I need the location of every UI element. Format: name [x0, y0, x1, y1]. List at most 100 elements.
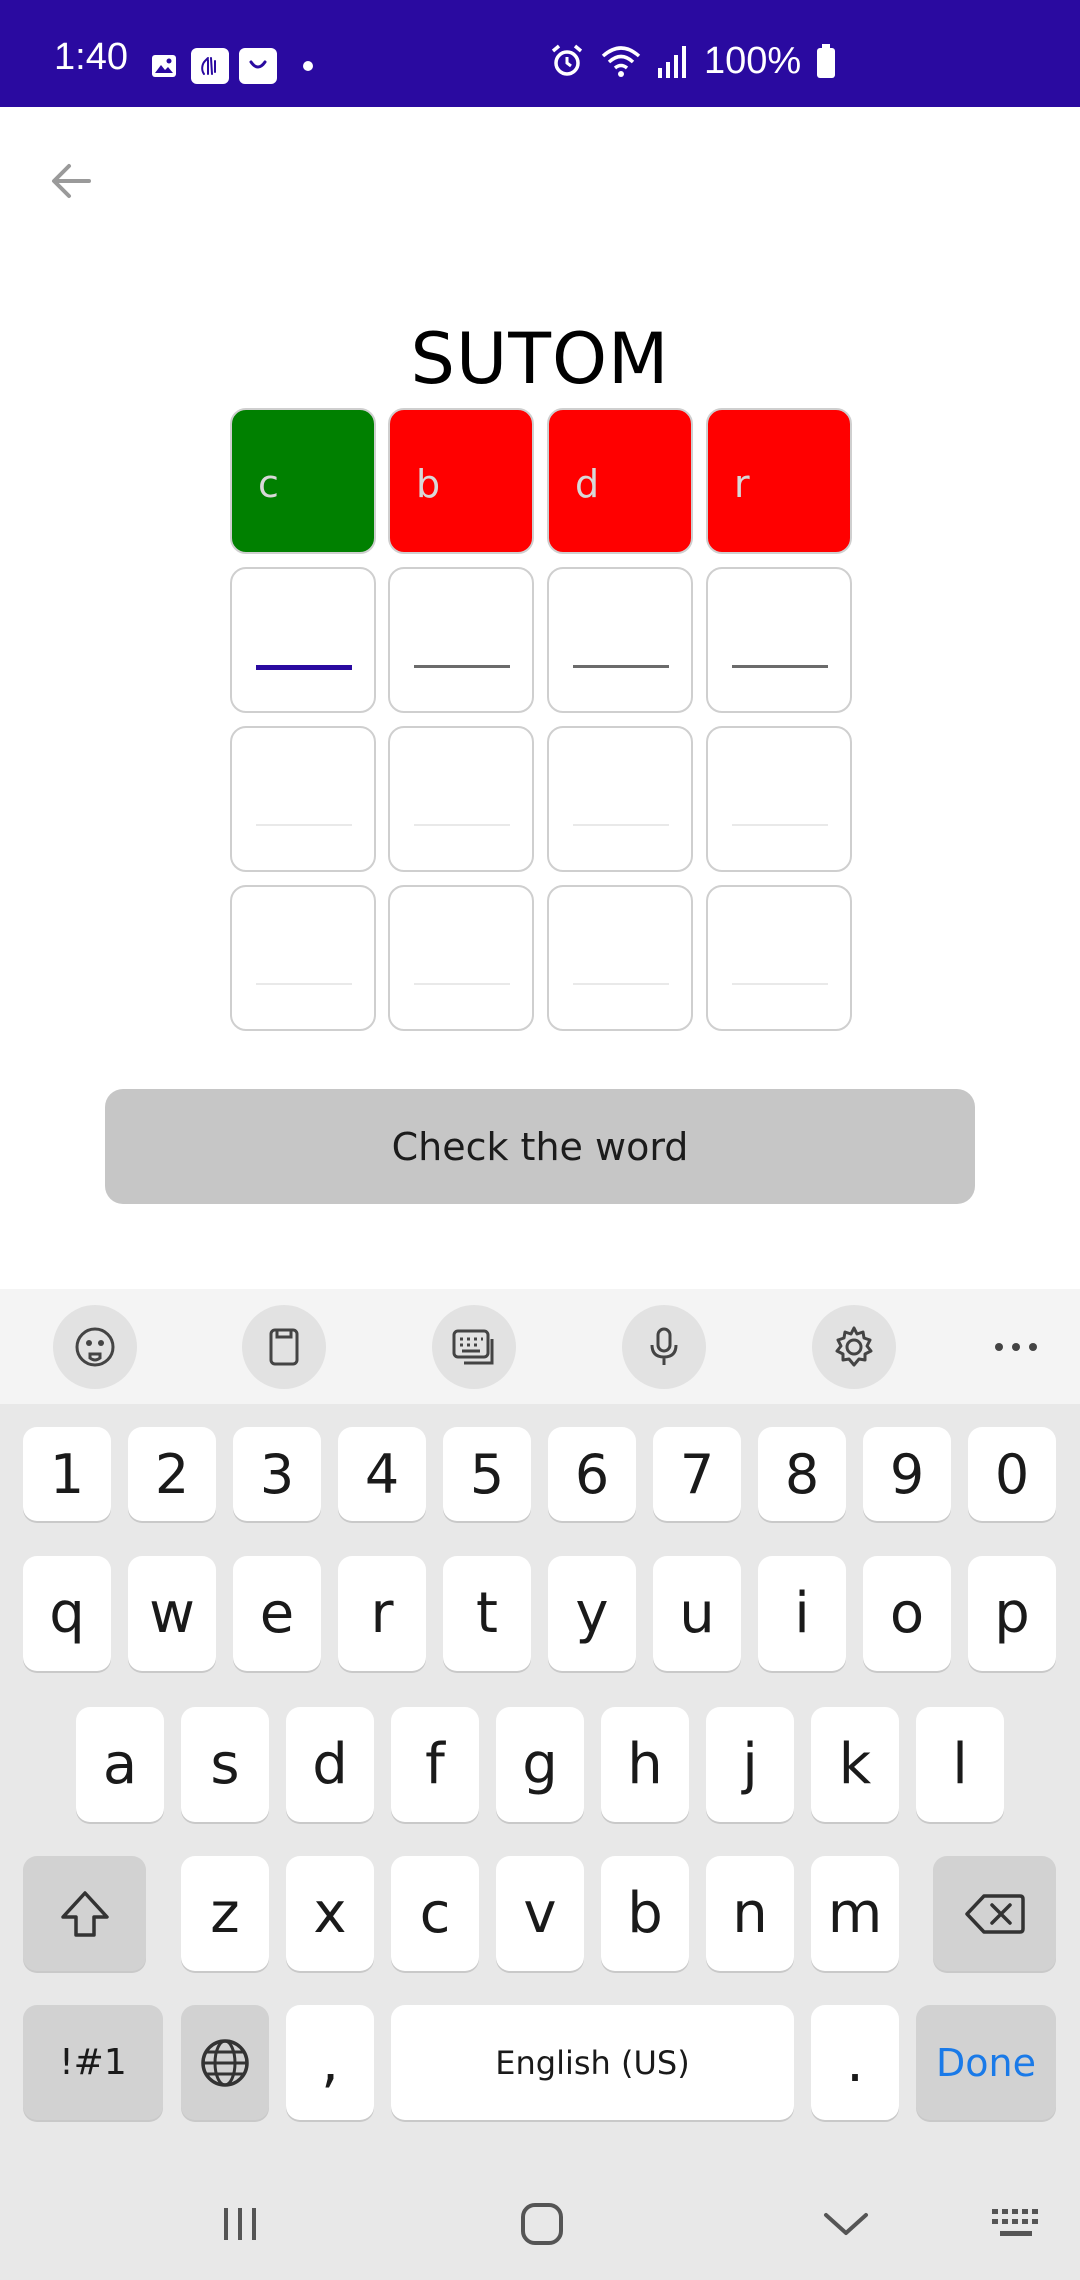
alarm-icon	[551, 44, 583, 76]
letter-cell: d	[547, 408, 693, 554]
key-a[interactable]: a	[76, 1707, 164, 1822]
input-underline	[573, 665, 669, 668]
input-underline	[573, 824, 669, 826]
letter-input[interactable]	[706, 567, 852, 713]
key-b[interactable]: b	[601, 1856, 689, 1971]
key-c[interactable]: c	[391, 1856, 479, 1971]
key-y[interactable]: y	[548, 1556, 636, 1671]
notification-icons	[147, 48, 313, 84]
key-3[interactable]: 3	[233, 1427, 321, 1521]
check-word-button[interactable]: Check the word	[105, 1089, 975, 1204]
backspace-key[interactable]	[933, 1856, 1056, 1971]
done-key[interactable]: Done	[916, 2005, 1056, 2120]
key-n[interactable]: n	[706, 1856, 794, 1971]
key-j[interactable]: j	[706, 1707, 794, 1822]
dot-icon	[303, 61, 313, 71]
letter-input[interactable]	[388, 567, 534, 713]
input-underline	[732, 824, 828, 826]
key-l[interactable]: l	[916, 1707, 1004, 1822]
key-9[interactable]: 9	[863, 1427, 951, 1521]
back-button[interactable]	[40, 150, 102, 212]
more-button[interactable]	[974, 1305, 1058, 1389]
key-8[interactable]: 8	[758, 1427, 846, 1521]
input-underline	[732, 665, 828, 668]
settings-icon	[835, 1326, 873, 1367]
cell-letter: c	[258, 462, 279, 506]
settings-button[interactable]	[812, 1305, 896, 1389]
key-p[interactable]: p	[968, 1556, 1056, 1671]
key-g[interactable]: g	[496, 1707, 584, 1822]
key-k[interactable]: k	[811, 1707, 899, 1822]
shift-key[interactable]	[23, 1856, 146, 1971]
key-i[interactable]: i	[758, 1556, 846, 1671]
home-button[interactable]	[507, 2189, 577, 2259]
comma-key[interactable]: ,	[286, 2005, 374, 2120]
battery-percent: 100%	[704, 40, 802, 82]
bag-icon	[239, 48, 277, 84]
backspace-icon	[964, 1893, 1025, 1934]
screen: 1:40 100% SUTOM c b d r Check the word 1…	[0, 0, 1080, 2280]
key-5[interactable]: 5	[443, 1427, 531, 1521]
input-underline	[256, 983, 352, 985]
hide-keyboard-button[interactable]	[811, 2189, 881, 2259]
key-h[interactable]: h	[601, 1707, 689, 1822]
key-7[interactable]: 7	[653, 1427, 741, 1521]
key-u[interactable]: u	[653, 1556, 741, 1671]
language-key[interactable]	[181, 2005, 269, 2120]
letter-input-disabled	[230, 726, 376, 872]
letter-input[interactable]	[547, 567, 693, 713]
keyboard-switch-icon	[992, 2209, 1038, 2236]
more-icon	[995, 1343, 1037, 1351]
wifi-icon	[601, 46, 641, 77]
microphone-button[interactable]	[622, 1305, 706, 1389]
key-m[interactable]: m	[811, 1856, 899, 1971]
hand-icon	[191, 48, 229, 84]
emoji-button[interactable]	[53, 1305, 137, 1389]
letter-input-disabled	[388, 885, 534, 1031]
key-1[interactable]: 1	[23, 1427, 111, 1521]
input-underline	[256, 824, 352, 826]
key-r[interactable]: r	[338, 1556, 426, 1671]
key-t[interactable]: t	[443, 1556, 531, 1671]
letter-input-disabled	[547, 726, 693, 872]
keyboard-switch-button[interactable]	[982, 2189, 1052, 2259]
key-2[interactable]: 2	[128, 1427, 216, 1521]
page-title: SUTOM	[410, 318, 670, 400]
letter-cell: r	[706, 408, 852, 554]
key-e[interactable]: e	[233, 1556, 321, 1671]
input-underline	[573, 983, 669, 985]
cell-letter: d	[575, 462, 600, 506]
recents-button[interactable]	[205, 2189, 275, 2259]
letter-input-disabled	[706, 885, 852, 1031]
input-underline	[414, 824, 510, 826]
hide-keyboard-icon	[824, 2213, 868, 2235]
letter-cell: c	[230, 408, 376, 554]
key-z[interactable]: z	[181, 1856, 269, 1971]
space-key[interactable]: English (US)	[391, 2005, 794, 2120]
status-bar: 1:40 100%	[0, 0, 1080, 107]
key-x[interactable]: x	[286, 1856, 374, 1971]
period-key[interactable]: .	[811, 2005, 899, 2120]
cell-letter: r	[734, 462, 750, 506]
microphone-icon	[650, 1327, 678, 1365]
key-4[interactable]: 4	[338, 1427, 426, 1521]
key-0[interactable]: 0	[968, 1427, 1056, 1521]
clipboard-button[interactable]	[242, 1305, 326, 1389]
key-f[interactable]: f	[391, 1707, 479, 1822]
keyboard-mode-button[interactable]	[432, 1305, 516, 1389]
signal-icon	[658, 46, 686, 78]
globe-icon	[201, 2038, 249, 2087]
key-6[interactable]: 6	[548, 1427, 636, 1521]
key-s[interactable]: s	[181, 1707, 269, 1822]
battery-icon	[817, 44, 836, 78]
cell-letter: b	[416, 462, 441, 506]
key-q[interactable]: q	[23, 1556, 111, 1671]
key-w[interactable]: w	[128, 1556, 216, 1671]
keyboard-toolbar	[0, 1289, 1080, 1404]
key-v[interactable]: v	[496, 1856, 584, 1971]
letter-input[interactable]	[230, 567, 376, 713]
arrow-left-icon	[52, 164, 91, 198]
key-d[interactable]: d	[286, 1707, 374, 1822]
symbols-key[interactable]: !#1	[23, 2005, 163, 2120]
key-o[interactable]: o	[863, 1556, 951, 1671]
